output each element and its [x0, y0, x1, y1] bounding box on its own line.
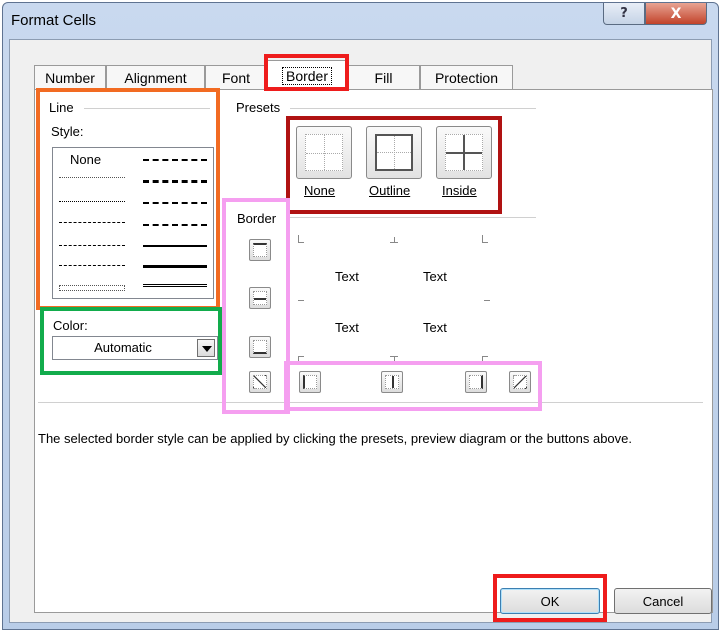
cancel-button[interactable]: Cancel	[614, 588, 712, 614]
border-left-icon	[303, 375, 317, 389]
border-right-button[interactable]	[465, 371, 487, 393]
preview-corner-mark	[390, 242, 398, 243]
preview-corner-mark	[298, 300, 304, 301]
preset-outline-label-text: Outline	[369, 183, 411, 198]
line-style-dash-dot[interactable]	[59, 245, 125, 246]
border-inside-horizontal-icon	[253, 291, 267, 305]
line-style-dashed[interactable]	[59, 265, 125, 266]
preset-outline-button[interactable]	[366, 126, 422, 179]
line-style-hair[interactable]	[59, 177, 125, 178]
preview-text: Text	[423, 269, 447, 284]
line-style-slanted-dash-dot[interactable]	[143, 180, 207, 183]
preview-text: Text	[335, 320, 359, 335]
line-style-medium[interactable]	[143, 245, 207, 247]
border-group-divider	[290, 217, 536, 218]
line-style-list[interactable]: None	[52, 147, 214, 299]
preset-inside-label: Inside	[442, 183, 477, 198]
border-group-label: Border	[237, 211, 277, 226]
preview-text: Text	[335, 269, 359, 284]
line-style-dotted[interactable]	[59, 201, 125, 202]
border-inside-vertical-button[interactable]	[381, 371, 403, 393]
line-group-divider	[84, 108, 210, 109]
preset-inside-button[interactable]	[436, 126, 492, 179]
border-right-icon	[469, 375, 483, 389]
highlight-border-tab	[264, 54, 349, 91]
line-style-thick[interactable]	[143, 265, 207, 268]
border-diagonal-down-button[interactable]	[509, 371, 531, 393]
border-left-button[interactable]	[299, 371, 321, 393]
preview-corner-mark	[482, 356, 483, 364]
preset-none-label: None	[304, 183, 335, 198]
line-style-none[interactable]: None	[70, 152, 101, 167]
border-preview-area[interactable]: Text Text Text Text	[292, 225, 497, 371]
preview-corner-mark	[484, 300, 490, 301]
ok-button[interactable]: OK	[500, 588, 600, 614]
preview-corner-mark	[298, 242, 304, 243]
border-inside-vertical-icon	[385, 375, 399, 389]
preset-inside-label-text: Inside	[442, 183, 477, 198]
section-divider	[38, 402, 703, 403]
line-group-label: Line	[49, 100, 74, 115]
border-top-button[interactable]	[249, 239, 271, 261]
preset-none-icon	[305, 134, 343, 171]
line-style-thin-selected[interactable]	[59, 285, 125, 291]
diagonal-down-icon	[513, 375, 527, 389]
border-bottom-icon	[253, 340, 267, 354]
color-label: Color:	[53, 318, 88, 333]
preset-outline-label: Outline	[369, 183, 410, 198]
border-top-icon	[253, 243, 267, 257]
line-style-medium-dash-dot-dot[interactable]	[143, 159, 207, 161]
style-label: Style:	[51, 124, 84, 139]
border-bottom-button[interactable]	[249, 336, 271, 358]
dropdown-arrow-icon[interactable]	[197, 339, 215, 357]
line-style-medium-dashed[interactable]	[143, 224, 207, 226]
presets-group-label: Presets	[236, 100, 281, 115]
color-dropdown[interactable]: Automatic	[52, 336, 218, 360]
line-style-dash-dot-dot[interactable]	[59, 222, 125, 223]
preview-text: Text	[423, 320, 447, 335]
line-style-medium-dash-dot[interactable]	[143, 202, 207, 204]
border-diagonal-up-button[interactable]	[249, 371, 271, 393]
preview-corner-mark	[482, 242, 488, 243]
preview-corner-mark	[298, 356, 299, 364]
preview-corner-mark	[394, 356, 395, 362]
preset-none-button[interactable]	[296, 126, 352, 179]
preset-outline-icon	[375, 134, 413, 171]
description-text: The selected border style can be applied…	[38, 431, 633, 446]
border-inside-horizontal-button[interactable]	[249, 287, 271, 309]
color-dropdown-value: Automatic	[94, 340, 152, 355]
presets-group-divider	[290, 108, 536, 109]
preset-none-label-text: None	[304, 183, 336, 198]
diagonal-up-icon	[253, 375, 267, 389]
line-style-double[interactable]	[143, 284, 207, 287]
preset-inside-icon	[445, 134, 483, 171]
